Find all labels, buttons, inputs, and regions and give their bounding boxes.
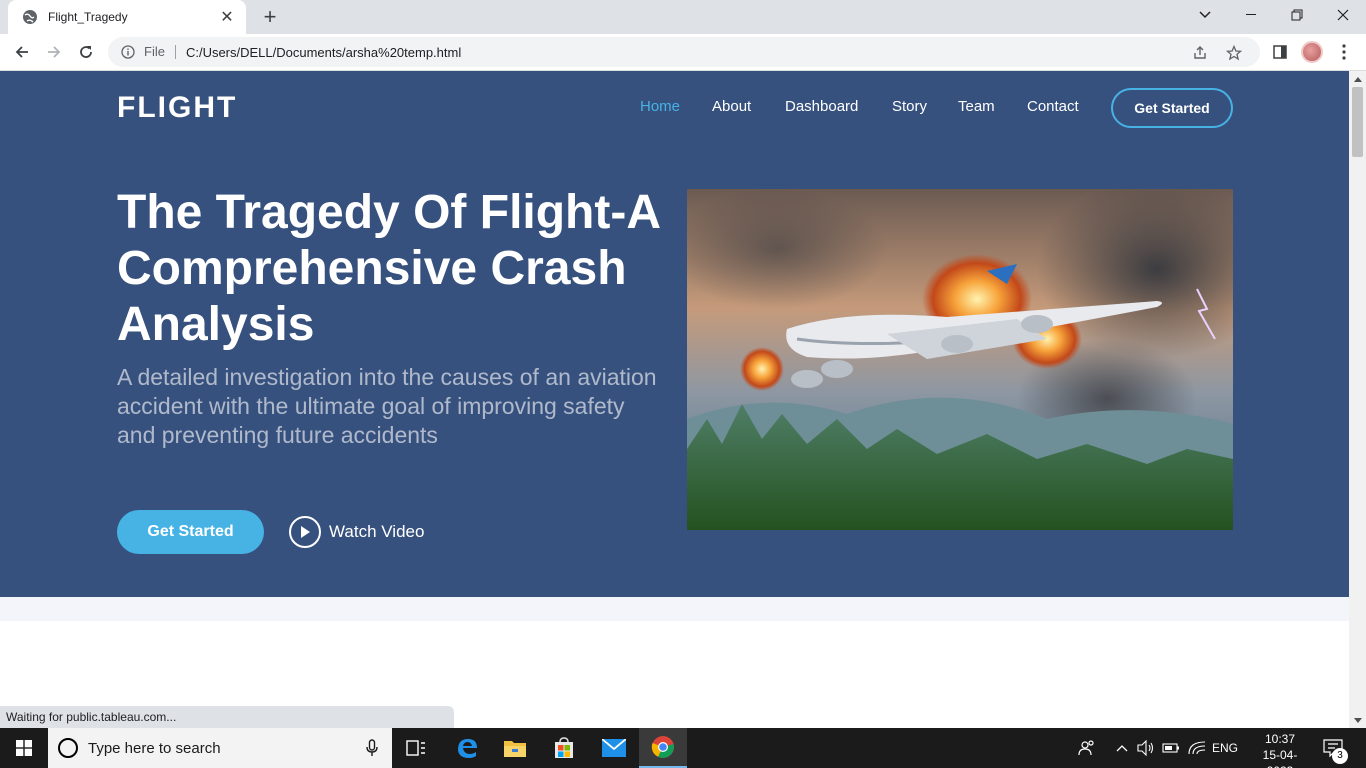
tab-search-chevron-icon[interactable] (1182, 0, 1228, 30)
windows-start-icon[interactable] (0, 728, 48, 768)
browser-toolbar: File C:/Users/DELL/Documents/arsha%20tem… (0, 34, 1366, 71)
nav-get-started-button[interactable]: Get Started (1111, 88, 1233, 128)
clock-date: 15-04-2023 (1262, 748, 1298, 768)
new-tab-button[interactable]: + (258, 4, 282, 29)
tab-title: Flight_Tragedy (48, 10, 128, 24)
site-logo[interactable]: FLIGHT (117, 91, 237, 125)
minimize-button[interactable] (1228, 0, 1274, 30)
watch-video-button[interactable]: Watch Video (289, 516, 424, 548)
browser-tab[interactable]: Flight_Tragedy ✕ (8, 0, 246, 34)
system-clock[interactable]: 10:37 15-04-2023 (1254, 731, 1306, 768)
taskbar-search-box[interactable]: Type here to search (48, 728, 392, 768)
close-tab-icon[interactable]: ✕ (218, 8, 236, 26)
restore-button[interactable] (1274, 0, 1320, 30)
share-icon[interactable] (1190, 43, 1210, 63)
menu-kebab-icon[interactable] (1334, 40, 1354, 64)
section-divider-band (0, 597, 1349, 621)
info-icon[interactable] (120, 44, 136, 60)
wifi-icon[interactable] (1188, 728, 1206, 768)
battery-icon[interactable] (1162, 728, 1180, 768)
side-panel-icon[interactable] (1270, 42, 1290, 62)
profile-avatar[interactable] (1301, 41, 1323, 63)
nav-about[interactable]: About (712, 98, 751, 115)
status-bubble: Waiting for public.tableau.com... (0, 706, 454, 728)
search-icon (58, 738, 78, 758)
nav-team[interactable]: Team (958, 98, 995, 115)
close-window-button[interactable] (1320, 0, 1366, 30)
watch-video-label: Watch Video (329, 522, 425, 541)
nav-home[interactable]: Home (640, 98, 680, 115)
scroll-up-arrow-icon[interactable] (1349, 73, 1366, 85)
scroll-thumb[interactable] (1352, 87, 1363, 157)
page-scrollbar[interactable] (1349, 71, 1366, 728)
address-bar[interactable]: File C:/Users/DELL/Documents/arsha%20tem… (108, 37, 1260, 67)
file-explorer-icon[interactable] (491, 728, 539, 768)
scroll-down-arrow-icon[interactable] (1349, 714, 1366, 726)
globe-icon (22, 9, 38, 25)
play-icon (289, 516, 321, 548)
microsoft-store-icon[interactable] (540, 728, 588, 768)
url-text[interactable]: C:/Users/DELL/Documents/arsha%20temp.htm… (186, 45, 461, 60)
notification-badge: 3 (1332, 748, 1348, 764)
hero-subtitle: A detailed investigation into the causes… (117, 364, 657, 448)
url-scheme: File (144, 45, 176, 59)
microphone-icon[interactable] (366, 739, 378, 762)
edge-browser-icon[interactable] (443, 728, 491, 768)
get-started-button[interactable]: Get Started (117, 510, 264, 554)
tab-strip: Flight_Tragedy ✕ + (0, 0, 1366, 34)
chrome-taskbar-icon[interactable] (639, 728, 687, 768)
hero-title: The Tragedy Of Flight-A Comprehensive Cr… (117, 186, 660, 351)
nav-story[interactable]: Story (892, 98, 927, 115)
windows-taskbar: Type here to search ENG 10:37 15-04-2023 (0, 728, 1366, 768)
task-view-icon[interactable] (392, 728, 440, 768)
clock-time: 10:37 (1264, 732, 1296, 746)
hero-section: FLIGHT Home About Dashboard Story Team C… (0, 71, 1349, 597)
forward-button[interactable] (40, 38, 68, 66)
back-button[interactable] (8, 38, 36, 66)
people-icon[interactable] (1078, 728, 1096, 768)
reload-button[interactable] (72, 38, 100, 66)
volume-icon[interactable] (1137, 728, 1155, 768)
mail-icon[interactable] (590, 728, 638, 768)
nav-dashboard[interactable]: Dashboard (785, 98, 858, 115)
taskbar-search-placeholder: Type here to search (88, 739, 221, 757)
bookmark-star-icon[interactable] (1224, 43, 1244, 63)
nav-contact[interactable]: Contact (1027, 98, 1079, 115)
page-viewport: FLIGHT Home About Dashboard Story Team C… (0, 71, 1349, 728)
hero-crash-image (687, 189, 1233, 530)
tray-chevron-up-icon[interactable] (1116, 728, 1128, 768)
input-language[interactable]: ENG (1212, 728, 1238, 768)
